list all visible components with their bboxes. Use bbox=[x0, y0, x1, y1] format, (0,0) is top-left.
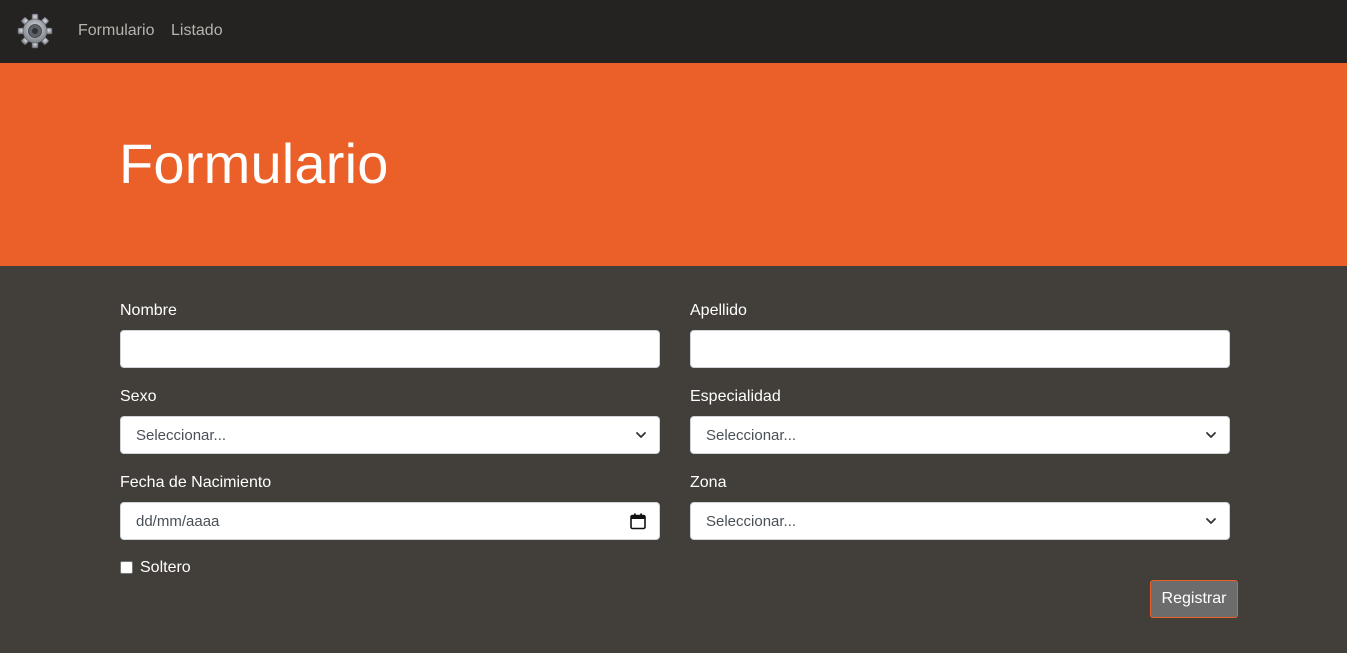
hero-banner: Formulario bbox=[0, 63, 1347, 266]
especialidad-selected-value: Seleccionar... bbox=[706, 426, 797, 444]
especialidad-label: Especialidad bbox=[690, 388, 781, 405]
nombre-label: Nombre bbox=[120, 302, 177, 319]
zona-label: Zona bbox=[690, 474, 727, 491]
sexo-label: Sexo bbox=[120, 388, 157, 405]
page-title: Formulario bbox=[119, 132, 389, 195]
fecha-label: Fecha de Nacimiento bbox=[120, 474, 272, 491]
nombre-input[interactable] bbox=[136, 331, 647, 367]
nav-link-listado[interactable]: Listado bbox=[171, 21, 223, 41]
especialidad-select[interactable]: Seleccionar... bbox=[690, 416, 1230, 454]
chevron-down-icon bbox=[1206, 518, 1216, 524]
fecha-date-input[interactable]: dd/mm/aaaa bbox=[120, 502, 660, 540]
fecha-placeholder: dd/mm/aaaa bbox=[136, 512, 220, 530]
soltero-label[interactable]: Soltero bbox=[140, 558, 191, 578]
registrar-button[interactable]: Registrar bbox=[1150, 580, 1238, 618]
top-navbar: Formulario Listado bbox=[0, 0, 1347, 63]
soltero-checkbox[interactable] bbox=[120, 561, 133, 574]
nombre-field[interactable] bbox=[120, 330, 660, 368]
chevron-down-icon bbox=[1206, 432, 1216, 438]
chevron-down-icon bbox=[636, 432, 646, 438]
apellido-field[interactable] bbox=[690, 330, 1230, 368]
gear-icon[interactable] bbox=[17, 13, 53, 49]
zona-select[interactable]: Seleccionar... bbox=[690, 502, 1230, 540]
form-section: Nombre Apellido Sexo Seleccionar... Espe… bbox=[0, 266, 1347, 653]
calendar-icon[interactable] bbox=[629, 512, 647, 530]
sexo-selected-value: Seleccionar... bbox=[136, 426, 227, 444]
sexo-select[interactable]: Seleccionar... bbox=[120, 416, 660, 454]
zona-selected-value: Seleccionar... bbox=[706, 512, 797, 530]
apellido-label: Apellido bbox=[690, 302, 747, 319]
nav-link-formulario[interactable]: Formulario bbox=[78, 21, 154, 41]
apellido-input[interactable] bbox=[706, 331, 1217, 367]
